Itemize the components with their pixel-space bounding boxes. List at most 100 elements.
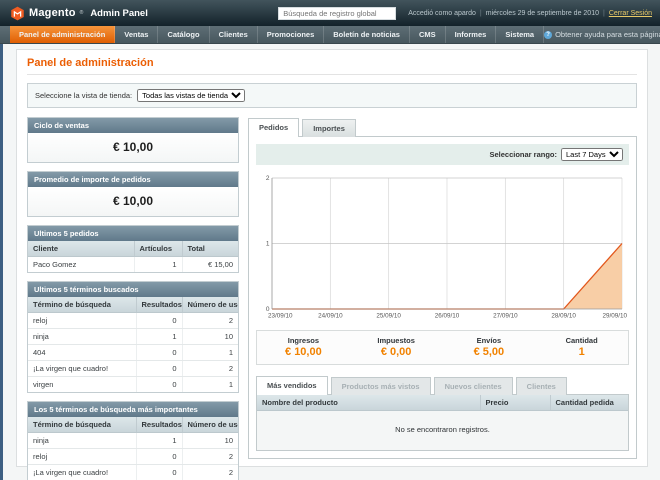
- column-header: Cliente: [28, 241, 134, 257]
- svg-text:29/09/10: 29/09/10: [602, 313, 627, 320]
- magento-logo-icon: [10, 6, 25, 21]
- table-cell: 0: [136, 361, 182, 377]
- nav-item-clientes[interactable]: Clientes: [210, 26, 258, 43]
- empty-row: No se encontraron registros.: [257, 411, 628, 451]
- range-label: Seleccionar rango:: [489, 150, 557, 159]
- column-header: Resultados: [136, 297, 182, 313]
- global-search-input[interactable]: [278, 7, 396, 20]
- table-cell: 1: [134, 257, 182, 273]
- table-cell: 2: [182, 313, 238, 329]
- table-row[interactable]: 40401: [28, 345, 238, 361]
- stat-value: € 10,00: [257, 346, 350, 358]
- last-search-terms-table: Término de búsquedaResultadosNúmero de u…: [28, 297, 238, 392]
- help-label: Obtener ayuda para esta página: [555, 30, 660, 39]
- table-row[interactable]: Paco Gomez1€ 15,00: [28, 257, 238, 273]
- magento-admin-window: Magento ® Admin Panel Accedió como apardo…: [0, 0, 660, 480]
- svg-text:2: 2: [266, 175, 270, 182]
- nav-item-ventas[interactable]: Ventas: [115, 26, 158, 43]
- table-cell: 1: [182, 377, 238, 393]
- stat-label: Impuestos: [350, 336, 443, 345]
- table-cell: 1: [136, 433, 182, 449]
- box-title: Promedio de importe de pedidos: [28, 172, 238, 187]
- nav-item-boletin-de-noticias[interactable]: Boletín de noticias: [324, 26, 410, 43]
- logged-in-text: Accedió como apardo: [408, 10, 476, 17]
- table-cell: 2: [182, 449, 238, 465]
- box-title: Ultimos 5 términos buscados: [28, 282, 238, 297]
- tab-pedidos[interactable]: Pedidos: [248, 118, 299, 137]
- svg-text:26/09/10: 26/09/10: [435, 313, 460, 320]
- page-title: Panel de administración: [27, 57, 637, 75]
- logout-link[interactable]: Cerrar Sesión: [609, 10, 652, 17]
- table-row[interactable]: ninja110: [28, 433, 238, 449]
- registered-mark: ®: [80, 10, 84, 16]
- help-link[interactable]: ? Obtener ayuda para esta página: [544, 26, 660, 43]
- column-header: Número de usos: [182, 417, 238, 433]
- table-row[interactable]: reloj02: [28, 449, 238, 465]
- column-header: Término de búsqueda: [28, 297, 136, 313]
- brand-text: Magento: [29, 7, 76, 19]
- help-icon: ?: [544, 31, 552, 39]
- nav-item-panel-de-administracion[interactable]: Panel de administración: [10, 26, 115, 43]
- range-select[interactable]: Last 7 Days: [561, 148, 623, 161]
- column-header: Cantidad pedida: [550, 395, 628, 411]
- table-cell: Paco Gomez: [28, 257, 134, 273]
- dashboard-right-column: PedidosImportes Seleccionar rango: Last …: [248, 117, 637, 480]
- table-cell: ninja: [28, 433, 136, 449]
- store-view-select[interactable]: Todas las vistas de tienda: [137, 89, 245, 102]
- svg-text:25/09/10: 25/09/10: [376, 313, 401, 320]
- table-cell: 10: [182, 433, 238, 449]
- table-row[interactable]: reloj02: [28, 313, 238, 329]
- table-row[interactable]: ninja110: [28, 329, 238, 345]
- grid-tabs: Más vendidosProductos más vistosNuevos c…: [256, 375, 629, 394]
- table-cell: 1: [182, 345, 238, 361]
- table-row[interactable]: ¡La virgen que cuadro!02: [28, 465, 238, 480]
- nav-item-promociones[interactable]: Promociones: [258, 26, 325, 43]
- stat-envios: Envíos€ 5,00: [443, 336, 536, 358]
- table-row[interactable]: virgen01: [28, 377, 238, 393]
- range-bar: Seleccionar rango: Last 7 Days: [256, 144, 629, 165]
- table-cell: reloj: [28, 313, 136, 329]
- tab-importes[interactable]: Importes: [302, 119, 356, 137]
- column-header: Nombre del producto: [257, 395, 480, 411]
- svg-text:23/09/10: 23/09/10: [268, 313, 293, 320]
- svg-text:24/09/10: 24/09/10: [318, 313, 343, 320]
- table-cell: 0: [136, 313, 182, 329]
- chart-panel: Seleccionar rango: Last 7 Days 01223/09/…: [248, 136, 637, 459]
- nav-item-informes[interactable]: Informes: [446, 26, 497, 43]
- table-cell: 1: [136, 329, 182, 345]
- chart-tabs: PedidosImportes: [248, 117, 637, 136]
- top-search-terms-table: Término de búsquedaResultadosNúmero de u…: [28, 417, 238, 480]
- svg-text:1: 1: [266, 241, 270, 248]
- table-cell: 404: [28, 345, 136, 361]
- table-cell: 10: [182, 329, 238, 345]
- stat-ingresos: Ingresos€ 10,00: [257, 336, 350, 358]
- table-cell: ¡La virgen que cuadro!: [28, 361, 136, 377]
- stat-label: Cantidad: [535, 336, 628, 345]
- nav-item-catalogo[interactable]: Catálogo: [158, 26, 209, 43]
- nav-item-sistema[interactable]: Sistema: [496, 26, 544, 43]
- tab-productos-mas-vistos: Productos más vistos: [331, 377, 431, 395]
- orders-chart: 01223/09/1024/09/1025/09/1026/09/1027/09…: [256, 170, 629, 322]
- stat-value: € 0,00: [350, 346, 443, 358]
- table-cell: 0: [136, 449, 182, 465]
- tab-mas-vendidos[interactable]: Más vendidos: [256, 376, 328, 395]
- stat-value: 1: [535, 346, 628, 358]
- empty-message: No se encontraron registros.: [257, 411, 628, 451]
- table-cell: ninja: [28, 329, 136, 345]
- stat-value: € 5,00: [443, 346, 536, 358]
- brand-suffix-text: Admin Panel: [90, 8, 148, 19]
- nav-item-cms[interactable]: CMS: [410, 26, 446, 43]
- top-header: Magento ® Admin Panel Accedió como apardo…: [0, 0, 660, 26]
- table-cell: € 15,00: [182, 257, 238, 273]
- column-header: Total: [182, 241, 238, 257]
- tab-clientes: Clientes: [516, 377, 567, 395]
- top-search-terms-box: Los 5 términos de búsqueda más important…: [27, 401, 239, 480]
- magento-logo: Magento ® Admin Panel: [10, 6, 148, 21]
- table-row[interactable]: ¡La virgen que cuadro!02: [28, 361, 238, 377]
- tab-nuevos-clientes: Nuevos clientes: [434, 377, 513, 395]
- box-title: Ciclo de ventas: [28, 118, 238, 133]
- chart-area: 01223/09/1024/09/1025/09/1026/09/1027/09…: [256, 170, 629, 322]
- table-cell: virgen: [28, 377, 136, 393]
- dashboard-page: Panel de administración Seleccione la vi…: [16, 49, 648, 467]
- box-title: Ultimos 5 pedidos: [28, 226, 238, 241]
